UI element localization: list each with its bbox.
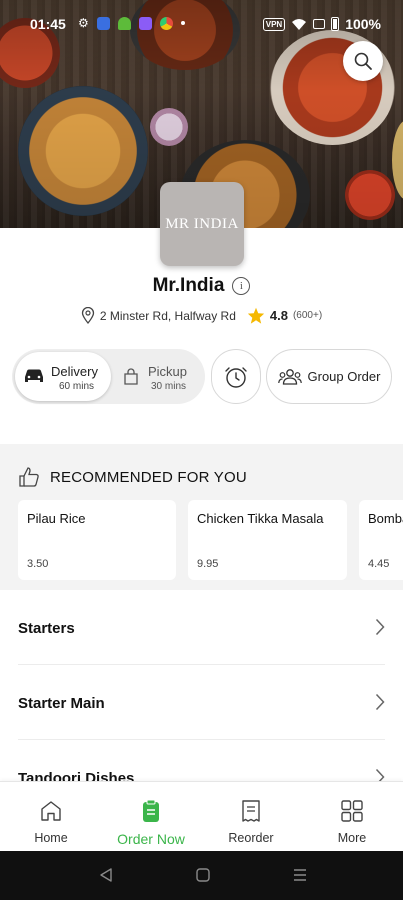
restaurant-logo: MR INDIA — [160, 182, 244, 266]
info-icon[interactable]: i — [232, 277, 251, 295]
vpn-icon: VPN — [262, 17, 286, 31]
chevron-right-icon — [375, 693, 385, 711]
app-notification-icon — [96, 16, 110, 30]
car-icon — [25, 369, 43, 382]
status-time: 01:45 — [30, 16, 66, 32]
order-icon — [143, 799, 159, 822]
restaurant-name-row: Mr.India i — [0, 275, 403, 297]
restaurant-name: Mr.India — [152, 275, 225, 296]
nav-label: Order Now — [117, 831, 185, 847]
item-price: 3.50 — [27, 558, 49, 570]
nav-label: Reorder — [228, 831, 274, 845]
chevron-right-icon — [375, 618, 385, 636]
address-row: 2 Minster Rd, Halfway Rd 4.8 (600+) — [0, 307, 403, 324]
recommended-header: RECOMMENDED FOR YOU — [18, 466, 247, 488]
nav-order-now[interactable]: Order Now — [101, 782, 201, 852]
recents-icon[interactable] — [292, 867, 308, 883]
pickup-option[interactable]: Pickup 30 mins — [112, 352, 204, 401]
group-icon — [277, 368, 302, 385]
delivery-label: Delivery — [51, 364, 98, 379]
battery-percent: 100% — [345, 16, 381, 32]
battery-icon — [331, 17, 340, 31]
recommended-item-card[interactable]: Bombay 4.45 — [359, 500, 403, 580]
dot-icon — [180, 21, 185, 25]
status-right-icons: VPN 100% — [262, 16, 381, 32]
rating-count: (600+) — [292, 310, 323, 321]
bag-icon — [124, 368, 138, 385]
recommended-item-card[interactable]: Chicken Tikka Masala 9.95 — [188, 500, 347, 580]
pickup-time: 30 mins — [151, 381, 187, 392]
nav-reorder[interactable]: Reorder — [201, 782, 301, 852]
system-navigation-bar — [0, 851, 403, 900]
pickup-label: Pickup — [148, 364, 188, 379]
recommended-title: RECOMMENDED FOR YOU — [50, 468, 247, 486]
star-icon — [247, 307, 265, 324]
item-name: Bombay — [368, 511, 403, 526]
search-button[interactable] — [343, 41, 383, 81]
wifi-icon — [292, 18, 307, 30]
item-name: Pilau Rice — [27, 511, 86, 526]
item-name: Chicken Tikka Masala — [197, 511, 324, 526]
category-label: Starter Main — [18, 695, 105, 712]
gear-icon: ⚙ — [78, 16, 89, 30]
schedule-button[interactable] — [211, 349, 261, 404]
android-icon — [117, 16, 131, 30]
nav-label: Home — [34, 831, 68, 845]
order-mode-toggle: Delivery 60 mins Pickup 30 mins — [12, 349, 205, 404]
restaurant-address: 2 Minster Rd, Halfway Rd — [99, 308, 236, 323]
back-icon[interactable] — [98, 867, 114, 883]
nav-label: More — [337, 831, 367, 845]
delivery-time: 60 mins — [59, 381, 95, 392]
group-order-button[interactable]: Group Order — [266, 349, 392, 404]
home-icon — [41, 801, 61, 821]
recommended-section: RECOMMENDED FOR YOU Pilau Rice 3.50 Chic… — [0, 444, 403, 590]
rating-value: 4.8 — [269, 308, 288, 323]
chrome-icon — [159, 16, 173, 30]
cast-icon — [313, 19, 326, 29]
nav-more[interactable]: More — [302, 782, 402, 852]
logo-text: MR INDIA — [165, 215, 239, 232]
grid-icon — [341, 800, 363, 822]
category-row-starter-main[interactable]: Starter Main — [18, 665, 385, 740]
category-row-starters[interactable]: Starters — [18, 590, 385, 665]
clock-icon — [225, 366, 247, 388]
group-order-label: Group Order — [307, 369, 381, 384]
item-price: 4.45 — [368, 558, 390, 570]
category-label: Starters — [18, 620, 75, 637]
recommended-item-card[interactable]: Pilau Rice 3.50 — [18, 500, 176, 580]
search-icon — [354, 52, 372, 70]
nav-home[interactable]: Home — [1, 782, 101, 852]
item-price: 9.95 — [197, 558, 219, 570]
notification-icons: ⚙ — [78, 16, 185, 30]
location-pin-icon — [81, 307, 94, 324]
bottom-navigation: Home Order Now Reorder More — [0, 781, 403, 851]
home-circle-icon[interactable] — [195, 867, 211, 883]
receipt-icon — [242, 800, 260, 822]
thumbs-up-icon — [19, 467, 39, 487]
delivery-option[interactable]: Delivery 60 mins — [15, 352, 111, 401]
app-notification-icon — [138, 16, 152, 30]
status-bar: 01:45 ⚙ VPN 100% — [0, 10, 403, 38]
